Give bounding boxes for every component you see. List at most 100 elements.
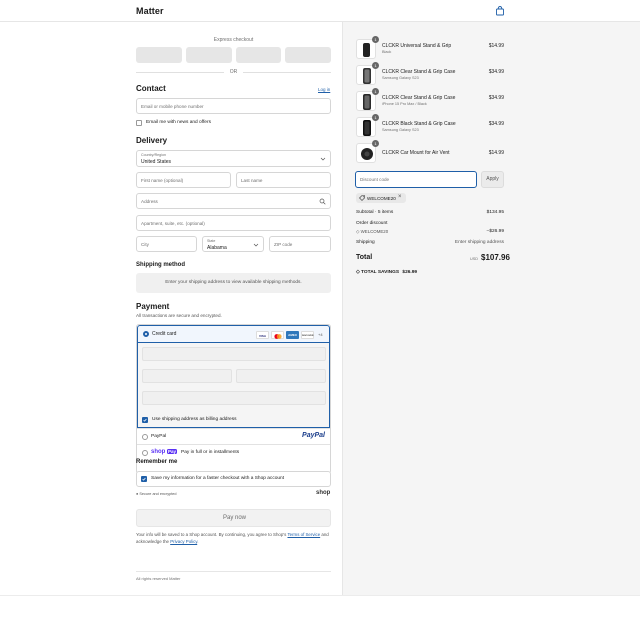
order-discount-code: WELCOME20 [360, 229, 389, 234]
subtotal-value: $134.95 [486, 210, 504, 215]
order-item: 1 CLCKR Car Mount for Air Vent $14.99 [356, 140, 506, 165]
state-value: Alabama [207, 245, 227, 251]
paypal-option[interactable]: PayPal PayPal [137, 428, 330, 444]
city-field[interactable]: City [136, 236, 197, 252]
shoppay-logo-shop: shop [151, 448, 166, 455]
chevron-down-icon [320, 157, 326, 161]
shoppay-logo: shop Pay [151, 448, 178, 455]
quantity-badge: 1 [372, 36, 379, 43]
item-variant: Samsung Galaxy S23 [382, 75, 419, 80]
footer-divider [136, 571, 331, 572]
total-currency: USD [470, 257, 479, 261]
item-name: CLCKR Universal Stand & Grip [382, 43, 452, 49]
legal-text: Your info will be saved to a Shop accoun… [136, 531, 331, 545]
or-text: OR [229, 69, 238, 75]
billing-same-label: Use shipping address as billing address [152, 417, 237, 422]
mastercard-icon [271, 331, 284, 339]
zip-placeholder: ZIP code [274, 242, 293, 247]
express-checkout-buttons [136, 47, 331, 63]
last-name-placeholder: Last name [241, 178, 263, 183]
item-variant: Black [382, 49, 392, 54]
payment-options: Credit card VISA AMEX DISCOVER +4 Use sh… [136, 324, 331, 474]
discount-code-field[interactable]: Discount code [355, 171, 477, 188]
lock-icon: ● [136, 492, 139, 496]
remember-checkbox[interactable] [141, 476, 147, 482]
zip-field[interactable]: ZIP code [269, 236, 331, 252]
express-button-3[interactable] [235, 47, 282, 63]
login-link[interactable]: Log in [318, 87, 330, 92]
item-variant: Samsung Galaxy S23 [382, 127, 419, 132]
shipping-row: Shipping Enter shipping address [356, 240, 504, 245]
terms-link[interactable]: Terms of Service [287, 532, 320, 537]
quantity-badge: 1 [372, 140, 379, 147]
chevron-down-icon [253, 243, 259, 247]
savings-value: $26.99 [402, 270, 418, 275]
remove-discount-icon[interactable]: × [398, 194, 402, 200]
shoppay-option[interactable]: shop Pay Pay in full or in installments [137, 444, 330, 460]
card-number-field[interactable] [142, 347, 326, 361]
first-name-field[interactable]: First name (optional) [136, 172, 231, 188]
page-divider [0, 595, 640, 596]
discover-icon: DISCOVER [301, 331, 314, 339]
express-button-4[interactable] [285, 47, 331, 63]
order-item: 1 CLCKR Clear Stand & Grip Case Samsung … [356, 62, 506, 87]
news-checkbox[interactable] [136, 120, 142, 126]
country-select[interactable]: Country/Region United States [136, 150, 331, 167]
item-price: $34.99 [488, 95, 504, 101]
quantity-badge: 1 [372, 88, 379, 95]
shipping-label: Shipping [356, 240, 375, 245]
shipping-method-heading: Shipping method [136, 262, 185, 268]
pay-now-button[interactable]: Pay now [136, 509, 331, 527]
email-field[interactable]: Email or mobile phone number [136, 98, 331, 114]
shoppay-logo-pay: Pay [167, 448, 178, 454]
header: Matter [0, 0, 640, 22]
address-field[interactable]: Address [136, 193, 331, 209]
shoppay-radio[interactable] [142, 450, 148, 456]
security-code-field[interactable] [236, 369, 326, 383]
privacy-link[interactable]: Privacy Policy [170, 539, 197, 544]
quantity-badge: 1 [372, 114, 379, 121]
country-value: United States [141, 159, 172, 165]
credit-card-option[interactable]: Credit card VISA AMEX DISCOVER +4 [137, 325, 330, 343]
discount-code-line: ◇ WELCOME20 [356, 229, 388, 234]
total-value: $107.96 [481, 253, 510, 262]
contact-heading: Contact [136, 84, 166, 93]
paypal-radio[interactable] [142, 434, 148, 440]
apartment-field[interactable]: Apartment, suite, etc. (optional) [136, 215, 331, 231]
item-price: $34.99 [488, 69, 504, 75]
last-name-field[interactable]: Last name [236, 172, 331, 188]
city-placeholder: City [141, 242, 149, 247]
brand-logo[interactable]: Matter [136, 6, 164, 16]
apartment-placeholder: Apartment, suite, etc. (optional) [141, 221, 205, 226]
news-checkbox-label: Email me with news and offers [146, 120, 211, 125]
applied-discount-code: WELCOME20 [367, 195, 396, 201]
name-on-card-field[interactable] [142, 391, 326, 405]
total-label: Total [356, 254, 373, 261]
subtotal-label: Subtotal · 5 items [356, 210, 394, 215]
search-icon [319, 198, 326, 205]
first-name-placeholder: First name (optional) [141, 178, 184, 183]
pay-now-label: Pay now [222, 515, 246, 521]
item-name: CLCKR Car Mount for Air Vent [382, 150, 450, 156]
express-checkout-label: Express checkout [213, 37, 254, 43]
apply-button[interactable]: Apply [481, 171, 504, 188]
secure-text: Secure and encrypted [139, 492, 177, 496]
express-button-1[interactable] [136, 47, 182, 63]
billing-same-checkbox[interactable] [142, 417, 148, 423]
state-select[interactable]: State Alabama [202, 236, 264, 252]
item-price: $14.99 [488, 150, 504, 156]
item-name: CLCKR Clear Stand & Grip Case [382, 69, 456, 75]
express-button-2[interactable] [185, 47, 232, 63]
email-placeholder: Email or mobile phone number [141, 104, 204, 109]
delivery-heading: Delivery [136, 136, 168, 145]
expiry-field[interactable] [142, 369, 232, 383]
remember-heading: Remember me [136, 459, 178, 465]
payment-heading: Payment [136, 302, 170, 311]
payment-subtitle: All transactions are secure and encrypte… [136, 313, 222, 318]
applied-discount-tag: WELCOME20 × [356, 193, 406, 203]
tag-icon: ◇ [356, 229, 360, 234]
bag-icon[interactable] [495, 6, 505, 16]
credit-card-radio[interactable] [143, 331, 149, 337]
quantity-badge: 1 [372, 62, 379, 69]
item-price: $34.99 [488, 121, 504, 127]
